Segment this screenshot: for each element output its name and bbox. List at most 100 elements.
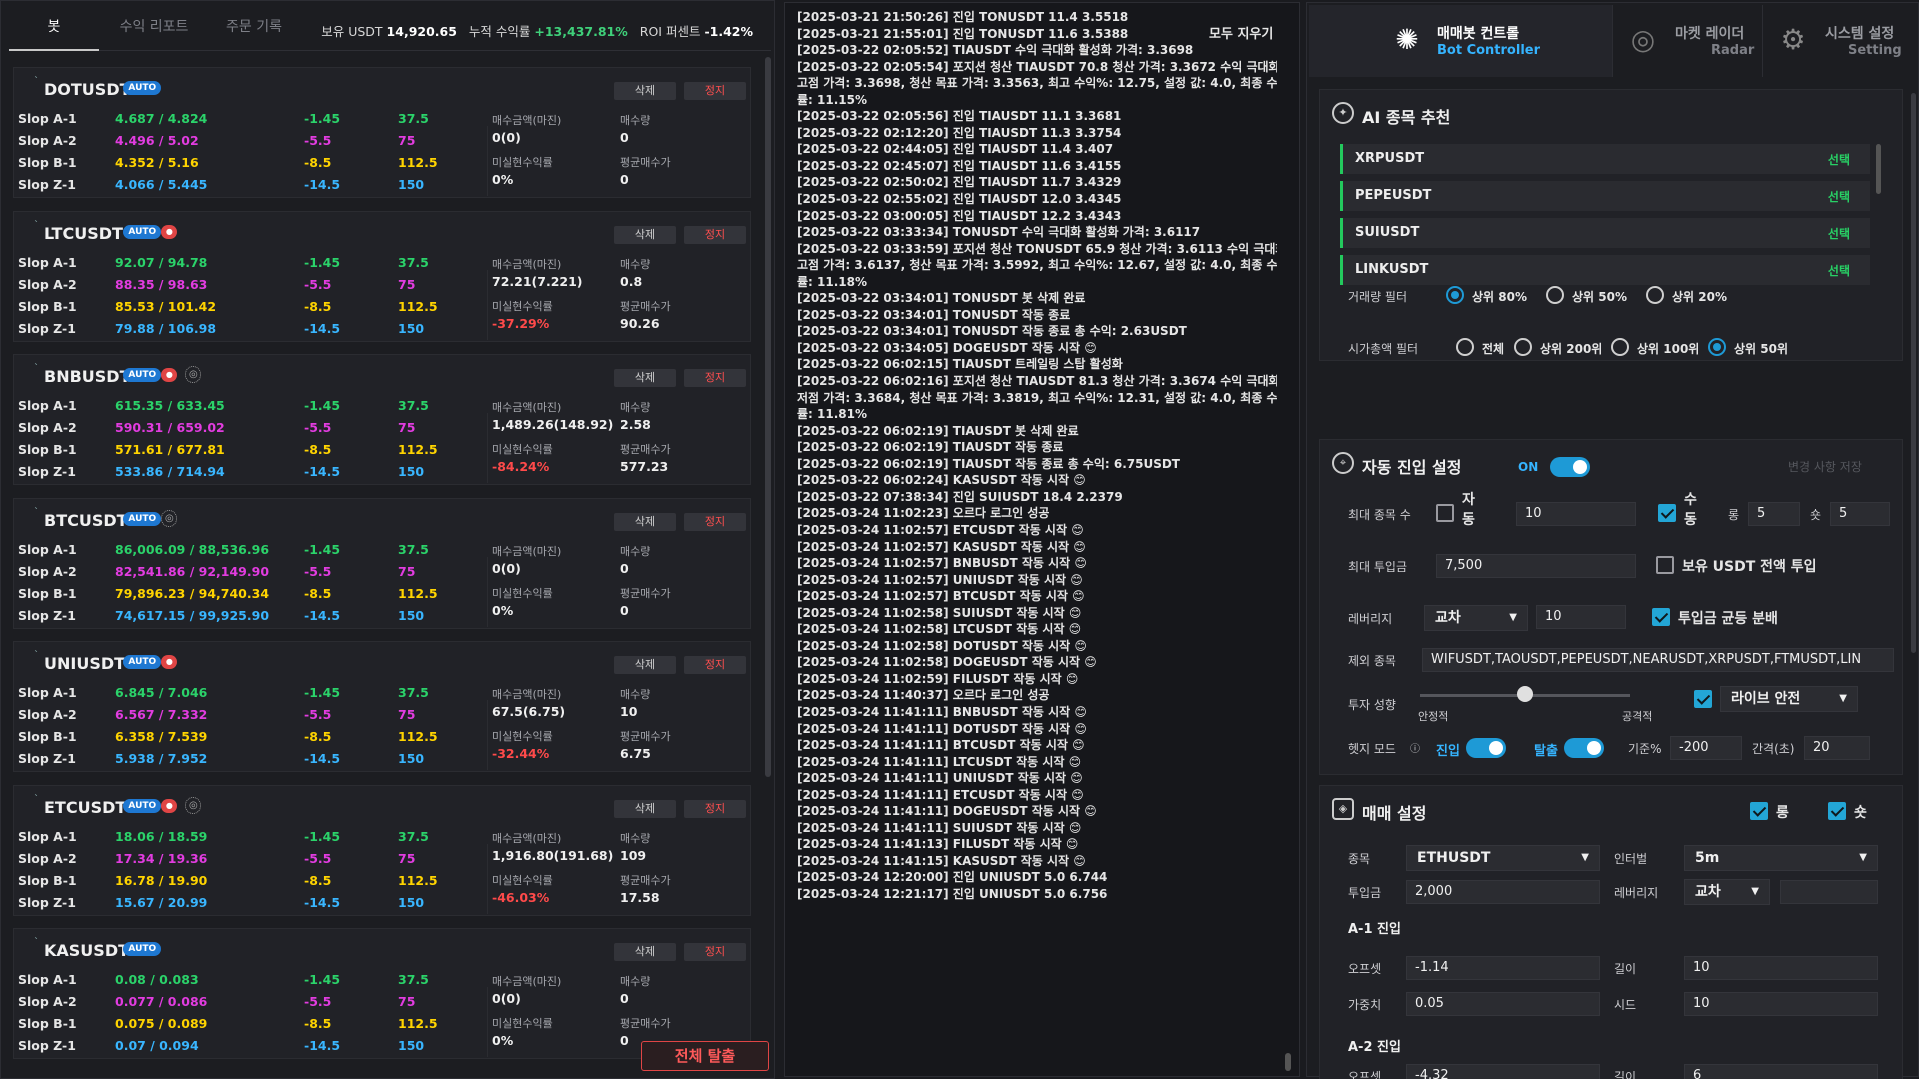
base-input[interactable]: -200: [1670, 736, 1742, 760]
auto-checkbox[interactable]: [1436, 504, 1454, 522]
exclude-input[interactable]: WIFUSDT,TAOUSDT,PEPEUSDT,NEARUSDT,XRPUSD…: [1422, 648, 1894, 672]
stop-button[interactable]: 정지: [684, 943, 746, 961]
delete-button[interactable]: 삭제: [614, 512, 676, 531]
delete-button[interactable]: 삭제: [614, 799, 676, 818]
equal-split-checkbox[interactable]: [1652, 608, 1670, 626]
select-button[interactable]: 선택: [1828, 262, 1850, 279]
slop-row: Slop Z-1 4.066 / 5.445 -14.5 150: [18, 174, 478, 196]
delete-button[interactable]: 삭제: [614, 369, 676, 387]
style-slider-knob[interactable]: [1517, 686, 1533, 702]
hedge-exit-toggle[interactable]: [1564, 738, 1604, 758]
slop-percent: -8.5: [304, 298, 332, 314]
stop-button[interactable]: 정지: [684, 799, 746, 818]
log-line: [2025-03-24 12:20:00] 진입 UNIUSDT 5.0 6.7…: [797, 870, 1108, 885]
a2-length-input[interactable]: 6: [1684, 1064, 1878, 1079]
cap-radio-200[interactable]: [1514, 338, 1532, 356]
recommend-scrollbar[interactable]: [1876, 144, 1881, 194]
recommend-item[interactable]: LINKUSDT 선택: [1340, 255, 1870, 285]
short-count-input[interactable]: 5: [1830, 502, 1890, 526]
cap-radio-50[interactable]: [1708, 338, 1726, 356]
save-changes-button[interactable]: 변경 사항 저장: [1788, 458, 1862, 475]
log-line: [2025-03-24 11:41:11] DOTUSDT 작동 시작 😊: [797, 721, 1087, 736]
slop-range: 4.352 / 5.16: [115, 155, 199, 170]
log-line: [2025-03-24 11:02:57] BNBUSDT 작동 시작 😊: [797, 556, 1087, 571]
nav-subtitle: Radar: [1711, 43, 1755, 58]
trade-short-checkbox[interactable]: [1828, 802, 1846, 820]
exit-all-button[interactable]: 전체 탈출: [641, 1041, 769, 1071]
max-items-input[interactable]: 10: [1516, 502, 1636, 526]
slop-amount: 37.5: [398, 398, 429, 413]
recommend-item[interactable]: PEPEUSDT 선택: [1340, 181, 1870, 211]
clear-all-button[interactable]: 모두 지우기: [1209, 23, 1273, 42]
tab-bot[interactable]: 봇: [9, 7, 99, 51]
preset-checkbox[interactable]: [1694, 690, 1712, 708]
buy-qty-value: 10: [620, 704, 638, 719]
tab-order-history[interactable]: 주문 기록: [209, 7, 299, 51]
a1-weight-input[interactable]: 0.05: [1406, 992, 1600, 1016]
volume-radio-50[interactable]: [1546, 286, 1564, 304]
leverage-mode-select[interactable]: 교차 ▼: [1424, 605, 1528, 631]
log-line: [2025-03-22 06:02:16] 포지션 청산 TIAUSDT 81.…: [797, 374, 1277, 389]
slop-amount: 150: [398, 1038, 425, 1053]
usdt-value: 14,920.65: [386, 24, 457, 39]
slop-percent: -1.45: [304, 541, 341, 557]
recommend-item[interactable]: XRPUSDT 선택: [1340, 144, 1870, 174]
stop-button[interactable]: 정지: [684, 656, 746, 674]
log-scrollbar[interactable]: [1285, 1053, 1291, 1071]
stop-button[interactable]: 정지: [684, 225, 746, 244]
cap-radio-all[interactable]: [1456, 338, 1474, 356]
select-button[interactable]: 선택: [1828, 151, 1850, 168]
bot-symbol: LTCUSDT: [44, 223, 123, 243]
interval-sec-input[interactable]: 20: [1804, 736, 1870, 760]
leverage-input[interactable]: 10: [1536, 605, 1626, 629]
buy-qty-label: 매수량: [620, 975, 651, 988]
bot-list-panel: 봇 수익 리포트 주문 기록 보유 USDT 14,920.65 누적 수익률 …: [0, 0, 775, 1079]
left-scrollbar[interactable]: [765, 57, 771, 777]
delete-button[interactable]: 삭제: [614, 656, 676, 674]
divider: [487, 843, 488, 914]
log-line: [2025-03-22 06:02:15] TIAUSDT 트레일링 스탑 활성…: [797, 357, 1123, 372]
slop-row: Slop B-1 4.352 / 5.16 -8.5 112.5: [18, 152, 478, 174]
nav-radar[interactable]: ◎ 마켓 레이더 Radar: [1613, 5, 1763, 77]
long-count-input[interactable]: 5: [1748, 502, 1800, 526]
preset-select[interactable]: 라이브 안전 ▼: [1720, 686, 1858, 712]
delete-button[interactable]: 삭제: [614, 225, 676, 244]
trade-leverage-select[interactable]: 교차 ▼: [1684, 879, 1770, 905]
a1-length-input[interactable]: 10: [1684, 956, 1878, 980]
stop-button[interactable]: 정지: [684, 369, 746, 387]
delete-button[interactable]: 삭제: [614, 943, 676, 961]
stop-button[interactable]: 정지: [684, 512, 746, 531]
divider: [487, 269, 488, 340]
delete-button[interactable]: 삭제: [614, 82, 676, 100]
symbol-select[interactable]: ETHUSDT ▼: [1406, 845, 1600, 871]
nav-bot-controller[interactable]: ✺ 매매봇 컨트롤 Bot Controller: [1309, 5, 1613, 77]
volume-radio-80[interactable]: [1446, 286, 1464, 304]
max-invest-input[interactable]: 7,500: [1436, 554, 1636, 578]
a1-offset-input[interactable]: -1.14: [1406, 956, 1600, 980]
recommend-item[interactable]: SUIUSDT 선택: [1340, 218, 1870, 248]
slop-row: Slop A-2 82,541.86 / 92,149.90 -5.5 75: [18, 561, 478, 583]
a1-seed-input[interactable]: 10: [1684, 992, 1878, 1016]
cap-radio-100[interactable]: [1611, 338, 1629, 356]
a2-offset-input[interactable]: -4.32: [1406, 1064, 1600, 1079]
tab-profit-report[interactable]: 수익 리포트: [109, 7, 199, 51]
hold-all-checkbox[interactable]: [1656, 556, 1674, 574]
hedge-entry-toggle[interactable]: [1466, 738, 1506, 758]
slop-row: Slop Z-1 533.86 / 714.94 -14.5 150: [18, 461, 478, 483]
nav-setting[interactable]: ⚙ 시스템 설정 Setting: [1763, 5, 1918, 77]
manual-checkbox[interactable]: [1658, 504, 1676, 522]
select-button[interactable]: 선택: [1828, 188, 1850, 205]
interval-select[interactable]: 5m ▼: [1684, 845, 1878, 871]
volume-radio-20[interactable]: [1646, 286, 1664, 304]
select-button[interactable]: 선택: [1828, 225, 1850, 242]
stop-button[interactable]: 정지: [684, 82, 746, 100]
slop-label: Slop A-2: [18, 420, 77, 435]
trade-short-label: 숏: [1854, 805, 1867, 821]
right-scrollbar[interactable]: [1911, 93, 1916, 653]
auto-entry-toggle[interactable]: [1550, 457, 1590, 477]
trade-long-checkbox[interactable]: [1750, 802, 1768, 820]
invest-input[interactable]: 2,000: [1406, 880, 1600, 904]
buy-qty-label: 매수량: [620, 257, 651, 271]
ai-title: AI 종목 추천: [1362, 108, 1451, 127]
trade-leverage-input[interactable]: [1780, 880, 1878, 904]
